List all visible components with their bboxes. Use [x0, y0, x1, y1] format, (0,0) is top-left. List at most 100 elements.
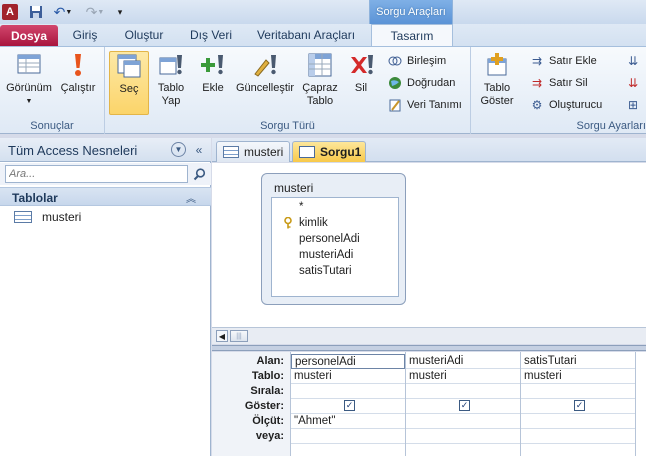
- show-checkbox[interactable]: ✓: [459, 400, 470, 411]
- tablo-goster-button[interactable]: Tablo Göster: [475, 51, 519, 115]
- show-table-icon: [483, 51, 511, 79]
- grid-cell-tablo[interactable]: musteri: [521, 369, 635, 384]
- birlesim-label: Birleşim: [407, 55, 447, 67]
- search-icon[interactable]: [191, 166, 207, 182]
- delete-column-button[interactable]: ⇊: [625, 74, 645, 92]
- satir-ekle-button[interactable]: ⇉ Satır Ekle: [529, 52, 597, 70]
- grid-cell-sirala[interactable]: [406, 384, 520, 399]
- row-label-olcut: Ölçüt:: [252, 415, 284, 427]
- query-design-surface[interactable]: musteri * kimlik personelAdi musteriAdi …: [212, 163, 646, 327]
- satir-sil-button[interactable]: ⇉ Satır Sil: [529, 74, 588, 92]
- guncellestir-button[interactable]: Güncelleştir: [233, 51, 297, 115]
- olusturucu-button[interactable]: ⚙ Oluşturucu: [529, 96, 603, 114]
- undo-icon[interactable]: ↶ ▼: [50, 3, 76, 21]
- tab-giris[interactable]: Giriş: [62, 24, 108, 46]
- grid-cell-olcut[interactable]: "Ahmet": [291, 414, 405, 429]
- grid-cell-veya[interactable]: [521, 429, 635, 444]
- doctab-label: Sorgu1: [320, 145, 362, 159]
- sil-button[interactable]: Sil: [343, 51, 379, 115]
- navigation-pane: Tüm Access Nesneleri ▼ « Tablolar ︽ must…: [0, 138, 211, 456]
- show-checkbox[interactable]: ✓: [574, 400, 585, 411]
- group-label-sonuclar: Sonuçlar: [30, 120, 74, 132]
- grid-cell-tablo[interactable]: musteri: [406, 369, 520, 384]
- sec-button[interactable]: Seç: [109, 51, 149, 115]
- chevron-down-icon[interactable]: ▼: [171, 142, 186, 157]
- builder-icon: ⚙: [531, 98, 543, 112]
- veri-tanimi-button[interactable]: Veri Tanımı: [387, 96, 462, 114]
- grid-cell-tablo[interactable]: musteri: [291, 369, 405, 384]
- scroll-thumb[interactable]: |||: [230, 330, 248, 342]
- tab-olustur[interactable]: Oluştur: [112, 24, 176, 46]
- return-icon: ⊞: [627, 98, 639, 112]
- horizontal-scrollbar[interactable]: ◀ |||: [212, 327, 646, 344]
- tablo-yap-button[interactable]: Tablo Yap: [151, 51, 191, 115]
- return-button[interactable]: ⊞: [625, 96, 645, 114]
- globe-icon: [387, 75, 403, 91]
- insert-column-button[interactable]: ⇊: [625, 52, 645, 70]
- insert-column-icon: ⇊: [627, 54, 639, 68]
- grid-cell-alan[interactable]: satisTutari: [521, 354, 635, 369]
- collapse-section-icon[interactable]: ︽: [186, 190, 196, 205]
- satir-ekle-label: Satır Ekle: [549, 55, 597, 67]
- context-tab-group-header: Sorgu Araçları: [369, 0, 453, 24]
- grid-cell-alan[interactable]: personelAdi: [291, 354, 405, 369]
- tab-dosya[interactable]: Dosya: [0, 25, 58, 46]
- veri-tanimi-label: Veri Tanımı: [407, 99, 462, 111]
- gorunum-button[interactable]: Görünüm ▼: [4, 51, 54, 115]
- crosstab-icon: [306, 51, 334, 79]
- doctab-musteri[interactable]: musteri: [216, 141, 290, 162]
- tab-veritabani-araclari[interactable]: Veritabanı Araçları: [246, 24, 366, 46]
- grid-cell-olcut[interactable]: [521, 414, 635, 429]
- ribbon: Görünüm ▼ Çalıştır Sonuçlar Seç Tablo Ya…: [0, 46, 646, 134]
- query-design-grid: Alan: Tablo: Sırala: Göster: Ölçüt: veya…: [212, 352, 646, 456]
- chevron-down-icon: ▼: [25, 98, 33, 105]
- capraz-label-1: Çapraz: [302, 82, 338, 94]
- dogrudan-button[interactable]: Doğrudan: [387, 74, 455, 92]
- grid-row-labels: Alan: Tablo: Sırala: Göster: Ölçüt: veya…: [212, 352, 290, 456]
- view-icon: [15, 51, 43, 79]
- row-label-alan: Alan:: [256, 355, 285, 367]
- field-item[interactable]: satisTutari: [299, 263, 352, 279]
- olusturucu-label: Oluşturucu: [549, 99, 603, 111]
- customize-qat-icon[interactable]: ▾: [114, 3, 126, 21]
- primary-key-icon: [283, 216, 293, 232]
- nav-title[interactable]: Tüm Access Nesneleri: [8, 143, 137, 158]
- show-checkbox[interactable]: ✓: [344, 400, 355, 411]
- field-item[interactable]: kimlik: [299, 215, 328, 231]
- grid-column-empty[interactable]: [635, 352, 646, 456]
- field-list-title[interactable]: musteri: [274, 181, 313, 195]
- query-icon: [299, 146, 315, 158]
- nav-item-musteri[interactable]: musteri: [0, 207, 211, 227]
- grid-cell-veya[interactable]: [406, 429, 520, 444]
- nav-section-tablolar[interactable]: Tablolar ︽: [0, 187, 211, 206]
- tablo-goster-label-1: Tablo: [483, 82, 511, 94]
- field-item[interactable]: personelAdi: [299, 231, 360, 247]
- capraz-tablo-button[interactable]: Çapraz Tablo: [299, 51, 341, 115]
- field-list-musteri[interactable]: musteri * kimlik personelAdi musteriAdi …: [261, 173, 406, 305]
- tab-dis-veri[interactable]: Dış Veri: [180, 24, 242, 46]
- access-app-icon[interactable]: A: [2, 4, 18, 20]
- title-bar: A ↶ ▼ ↷ ▼ ▾ Sorgu Araçları: [0, 0, 646, 24]
- grid-cell-sirala[interactable]: [291, 384, 405, 399]
- ekle-label: Ekle: [202, 82, 224, 94]
- collapse-pane-icon[interactable]: «: [192, 142, 206, 157]
- calistir-button[interactable]: Çalıştır: [55, 51, 101, 115]
- ekle-button[interactable]: Ekle: [193, 51, 233, 115]
- tab-tasarim[interactable]: Tasarım: [371, 24, 453, 47]
- field-item[interactable]: musteriAdi: [299, 247, 353, 263]
- grid-cell-sirala[interactable]: [521, 384, 635, 399]
- scroll-left-icon[interactable]: ◀: [216, 330, 228, 342]
- grid-cell-alan[interactable]: musteriAdi: [406, 354, 520, 369]
- field-item[interactable]: *: [299, 199, 303, 215]
- group-sorgu-turu: Seç Tablo Yap Ekle Güncelleştir Çapraz T…: [105, 47, 471, 134]
- pane-splitter[interactable]: [212, 345, 646, 351]
- grid-cell-olcut[interactable]: [406, 414, 520, 429]
- save-icon[interactable]: [28, 3, 44, 21]
- dogrudan-label: Doğrudan: [407, 77, 456, 89]
- birlesim-button[interactable]: Birleşim: [387, 52, 446, 70]
- nav-search-input[interactable]: [5, 165, 188, 183]
- redo-icon[interactable]: ↷ ▼: [82, 3, 108, 21]
- grid-cell-veya[interactable]: [291, 429, 405, 444]
- doctab-sorgu1[interactable]: Sorgu1: [292, 141, 366, 162]
- capraz-label-2: Tablo: [306, 95, 334, 107]
